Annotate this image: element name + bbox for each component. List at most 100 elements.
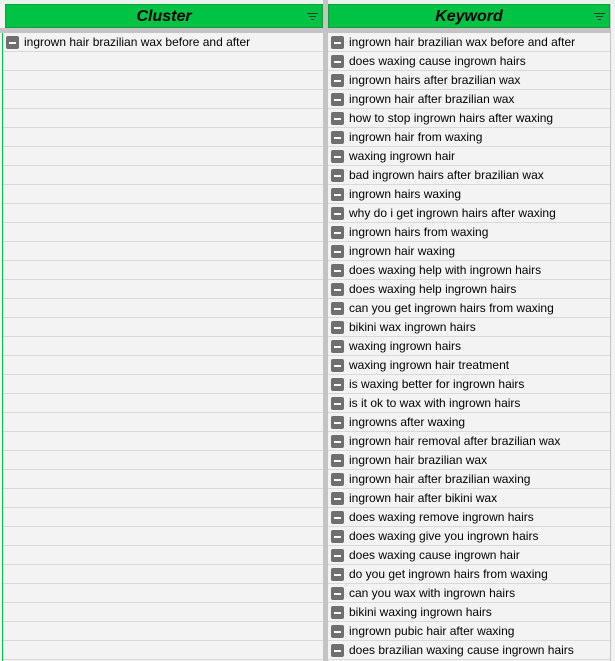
table-row[interactable]: ingrown hair after bikini wax — [328, 489, 610, 508]
table-row[interactable]: ingrowns after waxing — [328, 413, 610, 432]
table-row[interactable] — [3, 546, 323, 565]
table-row[interactable] — [3, 185, 323, 204]
table-row[interactable] — [3, 394, 323, 413]
collapse-group-icon[interactable] — [331, 149, 344, 163]
collapse-group-icon[interactable] — [331, 529, 344, 543]
table-row[interactable]: does waxing remove ingrown hairs — [328, 508, 610, 527]
table-row[interactable] — [3, 356, 323, 375]
table-row[interactable] — [3, 109, 323, 128]
table-row[interactable]: does waxing help ingrown hairs — [328, 280, 610, 299]
collapse-group-icon[interactable] — [331, 586, 344, 600]
table-row[interactable]: ingrown hair after brazilian wax — [328, 90, 610, 109]
table-row[interactable]: ingrown hair waxing — [328, 242, 610, 261]
table-row[interactable]: bad ingrown hairs after brazilian wax — [328, 166, 610, 185]
collapse-group-icon[interactable] — [331, 377, 344, 391]
table-row[interactable] — [3, 641, 323, 660]
collapse-group-icon[interactable] — [331, 491, 344, 505]
table-row[interactable]: ingrown hair brazilian wax — [328, 451, 610, 470]
table-row[interactable] — [3, 223, 323, 242]
collapse-group-icon[interactable] — [6, 35, 19, 49]
table-row[interactable]: does waxing give you ingrown hairs — [328, 527, 610, 546]
collapse-group-icon[interactable] — [331, 510, 344, 524]
collapse-group-icon[interactable] — [331, 206, 344, 220]
table-row[interactable]: how to stop ingrown hairs after waxing — [328, 109, 610, 128]
table-row[interactable]: is it ok to wax with ingrown hairs — [328, 394, 610, 413]
collapse-group-icon[interactable] — [331, 168, 344, 182]
table-row[interactable] — [3, 337, 323, 356]
collapse-group-icon[interactable] — [331, 54, 344, 68]
filter-icon[interactable] — [594, 13, 605, 21]
table-row[interactable]: can you get ingrown hairs from waxing — [328, 299, 610, 318]
table-row[interactable] — [3, 584, 323, 603]
collapse-group-icon[interactable] — [331, 111, 344, 125]
table-row[interactable] — [3, 622, 323, 641]
table-row[interactable]: waxing ingrown hairs — [328, 337, 610, 356]
table-row[interactable]: ingrown hair from waxing — [328, 128, 610, 147]
collapse-group-icon[interactable] — [331, 453, 344, 467]
collapse-group-icon[interactable] — [331, 548, 344, 562]
table-row[interactable]: bikini wax ingrown hairs — [328, 318, 610, 337]
collapse-group-icon[interactable] — [331, 320, 344, 334]
table-row[interactable]: ingrown hairs after brazilian wax — [328, 71, 610, 90]
table-row[interactable] — [3, 432, 323, 451]
table-row[interactable]: can you wax with ingrown hairs — [328, 584, 610, 603]
table-row[interactable] — [3, 451, 323, 470]
collapse-group-icon[interactable] — [331, 73, 344, 87]
table-row[interactable]: ingrown hair after brazilian waxing — [328, 470, 610, 489]
table-row[interactable] — [3, 242, 323, 261]
collapse-group-icon[interactable] — [331, 415, 344, 429]
table-row[interactable]: does brazilian waxing cause ingrown hair… — [328, 641, 610, 660]
table-row[interactable]: ingrown pubic hair after waxing — [328, 622, 610, 641]
collapse-group-icon[interactable] — [331, 225, 344, 239]
table-row[interactable]: ingrown hair removal after brazilian wax — [328, 432, 610, 451]
collapse-group-icon[interactable] — [331, 130, 344, 144]
table-row[interactable] — [3, 147, 323, 166]
collapse-group-icon[interactable] — [331, 567, 344, 581]
table-row[interactable]: ingrown hair brazilian wax before and af… — [328, 33, 610, 52]
collapse-group-icon[interactable] — [331, 187, 344, 201]
table-row[interactable]: does waxing cause ingrown hairs — [328, 52, 610, 71]
collapse-group-icon[interactable] — [331, 396, 344, 410]
collapse-group-icon[interactable] — [331, 643, 344, 657]
table-row[interactable] — [3, 527, 323, 546]
table-row[interactable]: does waxing help with ingrown hairs — [328, 261, 610, 280]
table-row[interactable] — [3, 71, 323, 90]
table-row[interactable] — [3, 280, 323, 299]
collapse-group-icon[interactable] — [331, 358, 344, 372]
collapse-group-icon[interactable] — [331, 282, 344, 296]
table-row[interactable] — [3, 299, 323, 318]
collapse-group-icon[interactable] — [331, 263, 344, 277]
collapse-group-icon[interactable] — [331, 92, 344, 106]
collapse-group-icon[interactable] — [331, 624, 344, 638]
table-row[interactable]: does waxing cause ingrown hair — [328, 546, 610, 565]
collapse-group-icon[interactable] — [331, 605, 344, 619]
filter-icon[interactable] — [307, 13, 318, 21]
table-row[interactable]: bikini waxing ingrown hairs — [328, 603, 610, 622]
table-row[interactable] — [3, 565, 323, 584]
table-row[interactable] — [3, 318, 323, 337]
collapse-group-icon[interactable] — [331, 472, 344, 486]
table-row[interactable] — [3, 489, 323, 508]
table-row[interactable] — [3, 413, 323, 432]
table-row[interactable]: waxing ingrown hair treatment — [328, 356, 610, 375]
table-row[interactable] — [3, 204, 323, 223]
collapse-group-icon[interactable] — [331, 301, 344, 315]
table-row[interactable]: ingrown hairs from waxing — [328, 223, 610, 242]
table-row[interactable]: ingrown hair brazilian wax before and af… — [3, 33, 323, 52]
table-row[interactable]: ingrown hairs waxing — [328, 185, 610, 204]
cluster-header[interactable]: Cluster — [5, 4, 323, 28]
table-row[interactable]: why do i get ingrown hairs after waxing — [328, 204, 610, 223]
table-row[interactable]: is waxing better for ingrown hairs — [328, 375, 610, 394]
table-row[interactable] — [3, 603, 323, 622]
table-row[interactable] — [3, 470, 323, 489]
table-row[interactable] — [3, 166, 323, 185]
table-row[interactable]: do you get ingrown hairs from waxing — [328, 565, 610, 584]
collapse-group-icon[interactable] — [331, 434, 344, 448]
collapse-group-icon[interactable] — [331, 35, 344, 49]
table-row[interactable] — [3, 52, 323, 71]
table-row[interactable]: waxing ingrown hair — [328, 147, 610, 166]
table-row[interactable] — [3, 128, 323, 147]
collapse-group-icon[interactable] — [331, 339, 344, 353]
table-row[interactable] — [3, 90, 323, 109]
collapse-group-icon[interactable] — [331, 244, 344, 258]
